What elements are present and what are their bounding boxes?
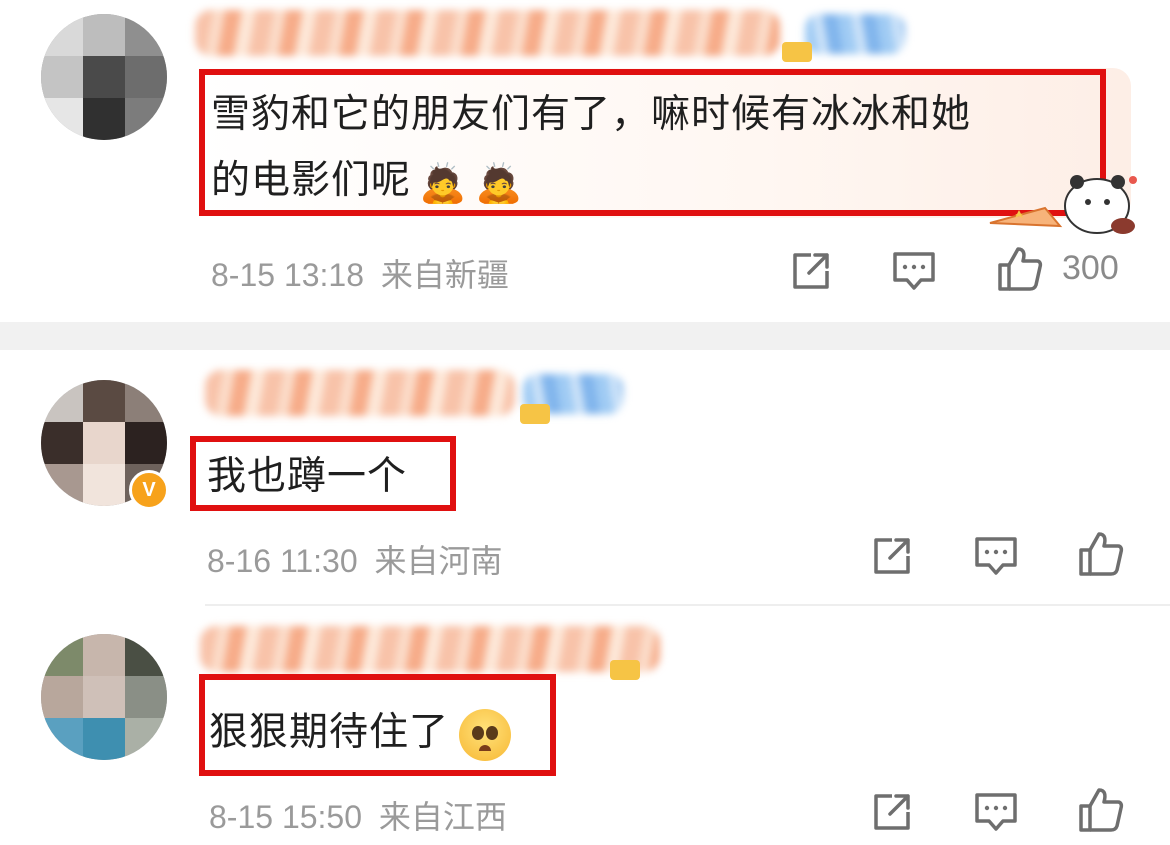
- share-icon: [874, 538, 910, 574]
- location: 来自新疆: [380, 257, 509, 293]
- like-icon: [1079, 532, 1124, 576]
- like-button[interactable]: [1076, 529, 1126, 579]
- location: 来自河南: [374, 543, 503, 579]
- share-icon: [874, 794, 910, 830]
- avatar[interactable]: [41, 634, 167, 760]
- share-icon: [793, 253, 829, 289]
- comment-button[interactable]: [890, 247, 938, 295]
- section-divider: [0, 322, 1170, 350]
- comment-button[interactable]: [972, 532, 1020, 580]
- comment-icon: [975, 793, 1017, 831]
- panda-sticker-icon: [989, 175, 1137, 234]
- share-button[interactable]: [868, 788, 916, 836]
- crown-icon: [782, 42, 812, 62]
- highlight-box: [199, 674, 556, 776]
- timestamp: 8-16 11:30: [207, 543, 358, 579]
- like-icon: [998, 247, 1043, 291]
- like-button[interactable]: [1076, 785, 1126, 835]
- blurred-username[interactable]: [205, 370, 625, 416]
- crown-icon: [610, 660, 640, 680]
- blurred-username[interactable]: [200, 626, 660, 672]
- location: 来自江西: [378, 799, 507, 835]
- comment-button[interactable]: [972, 788, 1020, 836]
- verified-badge: V: [129, 470, 169, 510]
- comment-item: V 我也蹲一个 8-16 11:30 来自河南: [0, 350, 1170, 606]
- like-button[interactable]: [995, 244, 1045, 294]
- comment-icon: [975, 537, 1017, 575]
- like-icon: [1079, 788, 1124, 832]
- highlight-box: [199, 69, 1106, 216]
- like-count: 300: [1062, 249, 1119, 287]
- avatar[interactable]: [41, 14, 167, 140]
- highlight-box: [190, 436, 456, 511]
- timestamp: 8-15 15:50: [209, 799, 363, 835]
- share-button[interactable]: [868, 532, 916, 580]
- comment-item: 狠狠期待住了 8-15 15:50 来自江西: [0, 606, 1170, 845]
- comment-item: 雪豹和它的朋友们有了，嘛时候有冰冰和她 的电影们呢 🙇 🙇 8-15 13:18 来…: [0, 0, 1170, 322]
- share-button[interactable]: [787, 247, 835, 295]
- comment-icon: [893, 252, 935, 290]
- crown-icon: [520, 404, 550, 424]
- timestamp: 8-15 13:18: [211, 257, 365, 293]
